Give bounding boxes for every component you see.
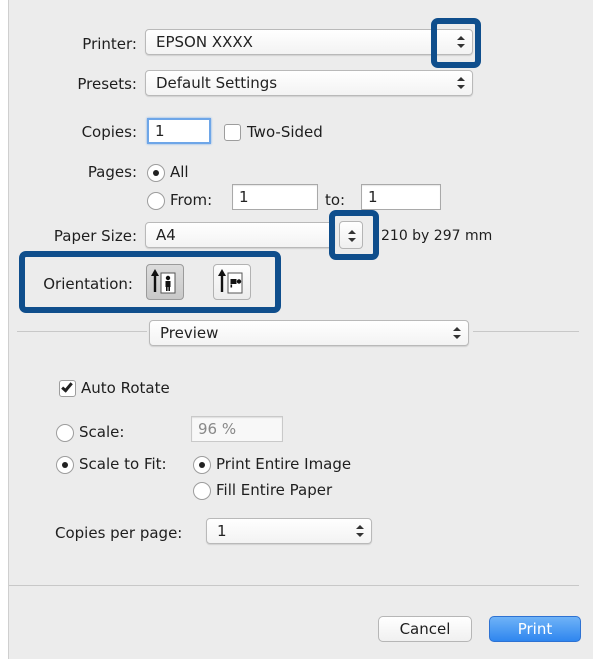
popup-arrows-icon bbox=[347, 229, 357, 243]
portrait-icon bbox=[151, 269, 176, 294]
radio-dot-icon bbox=[62, 462, 68, 468]
section-value: Preview bbox=[160, 324, 219, 342]
scale-to-fit-label: Scale to Fit: bbox=[79, 455, 167, 473]
pages-to-label: to: bbox=[325, 191, 346, 209]
pages-from-field[interactable]: 1 bbox=[232, 184, 318, 210]
presets-value: Default Settings bbox=[156, 74, 278, 92]
footer-separator bbox=[9, 585, 579, 586]
two-sided-label: Two-Sided bbox=[247, 123, 323, 141]
print-dialog: Printer: EPSON XXXX Presets: Default Set… bbox=[8, 0, 593, 659]
portrait-orientation-button[interactable] bbox=[146, 264, 184, 300]
print-entire-image-label: Print Entire Image bbox=[216, 455, 352, 473]
paper-size-dimensions: 210 by 297 mm bbox=[381, 228, 493, 244]
section-popup[interactable]: Preview bbox=[149, 320, 469, 346]
paper-size-stepper[interactable] bbox=[339, 221, 363, 249]
cancel-button[interactable]: Cancel bbox=[378, 616, 472, 642]
popup-arrows-icon bbox=[452, 326, 462, 340]
popup-arrows-icon bbox=[456, 35, 466, 49]
pages-from-label: From: bbox=[170, 191, 213, 209]
print-entire-image-radio[interactable] bbox=[193, 456, 211, 474]
printer-popup[interactable]: EPSON XXXX bbox=[145, 29, 473, 55]
presets-popup[interactable]: Default Settings bbox=[145, 70, 473, 96]
copies-label: Copies: bbox=[81, 123, 137, 141]
print-button[interactable]: Print bbox=[489, 616, 581, 642]
auto-rotate-label: Auto Rotate bbox=[81, 379, 170, 397]
popup-arrows-icon bbox=[355, 524, 365, 538]
auto-rotate-checkbox[interactable] bbox=[59, 380, 76, 397]
fill-entire-paper-radio[interactable] bbox=[193, 482, 211, 500]
fill-entire-paper-label: Fill Entire Paper bbox=[216, 481, 333, 499]
copies-field[interactable]: 1 bbox=[147, 118, 211, 144]
paper-size-value: A4 bbox=[156, 226, 176, 244]
orientation-label: Orientation: bbox=[43, 275, 133, 293]
pages-all-label: All bbox=[170, 163, 189, 181]
landscape-icon bbox=[218, 269, 243, 294]
printer-label: Printer: bbox=[82, 35, 137, 53]
printer-value: EPSON XXXX bbox=[156, 33, 253, 51]
presets-label: Presets: bbox=[77, 75, 137, 93]
separator bbox=[17, 331, 147, 332]
pages-from-radio[interactable] bbox=[147, 192, 165, 210]
scale-label: Scale: bbox=[79, 423, 125, 441]
pages-all-radio[interactable] bbox=[147, 164, 165, 182]
pages-label: Pages: bbox=[87, 163, 137, 181]
popup-arrows-icon bbox=[456, 76, 466, 90]
separator bbox=[473, 331, 579, 332]
scale-radio[interactable] bbox=[56, 424, 74, 442]
scale-to-fit-radio[interactable] bbox=[56, 456, 74, 474]
radio-dot-icon bbox=[153, 170, 159, 176]
copies-per-page-popup[interactable]: 1 bbox=[206, 518, 372, 544]
checkmark-icon bbox=[61, 380, 73, 393]
two-sided-checkbox[interactable] bbox=[224, 124, 241, 141]
pages-to-field[interactable]: 1 bbox=[361, 184, 441, 210]
radio-dot-icon bbox=[199, 462, 205, 468]
copies-per-page-label: Copies per page: bbox=[55, 524, 183, 542]
scale-field[interactable]: 96 % bbox=[191, 416, 283, 442]
paper-size-label: Paper Size: bbox=[53, 227, 137, 245]
paper-size-popup[interactable]: A4 bbox=[145, 222, 335, 248]
landscape-orientation-button[interactable] bbox=[213, 264, 251, 300]
copies-per-page-value: 1 bbox=[217, 522, 227, 540]
